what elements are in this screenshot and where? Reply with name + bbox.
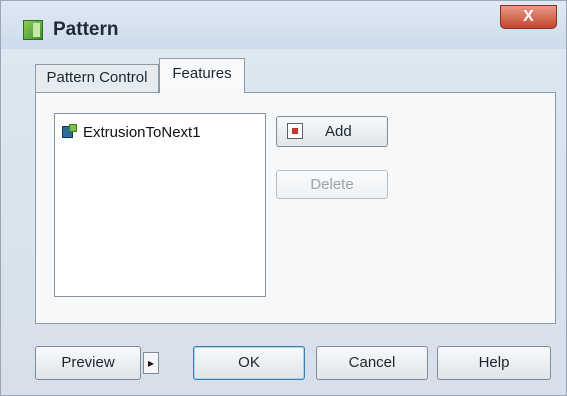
features-list[interactable]: ExtrusionToNext1 xyxy=(54,113,266,297)
cancel-button[interactable]: Cancel xyxy=(316,346,428,380)
preview-button[interactable]: Preview xyxy=(35,346,141,380)
add-feature-icon xyxy=(287,123,303,139)
delete-button[interactable]: Delete xyxy=(276,170,388,199)
pattern-dialog: Pattern X Pattern Control Features Extru… xyxy=(0,0,567,396)
features-panel: ExtrusionToNext1 Add Delete xyxy=(35,92,556,324)
help-button[interactable]: Help xyxy=(437,346,551,380)
add-button-label: Add xyxy=(325,123,352,140)
tab-pattern-control[interactable]: Pattern Control xyxy=(35,64,159,92)
tab-features[interactable]: Features xyxy=(159,58,245,93)
list-item[interactable]: ExtrusionToNext1 xyxy=(62,121,201,143)
window-title: Pattern xyxy=(53,19,119,40)
list-item-label: ExtrusionToNext1 xyxy=(83,123,201,141)
add-button[interactable]: Add xyxy=(276,116,388,147)
ok-button[interactable]: OK xyxy=(193,346,305,380)
extrusion-feature-icon xyxy=(62,124,78,140)
title-bar[interactable]: Pattern X xyxy=(1,1,566,49)
preview-arrow-button[interactable]: ▸ xyxy=(143,352,159,374)
close-button[interactable]: X xyxy=(500,5,557,29)
app-icon xyxy=(23,20,43,40)
